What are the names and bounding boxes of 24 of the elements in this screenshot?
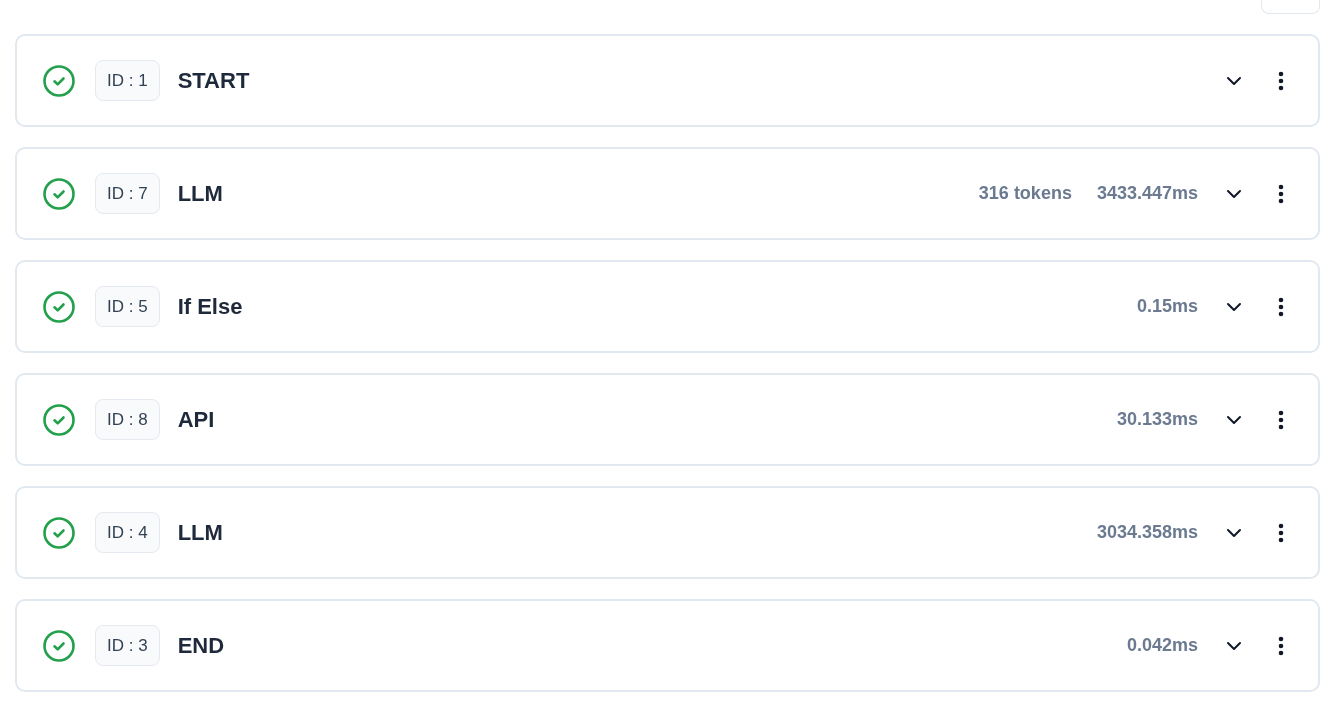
more-vertical-icon xyxy=(1278,70,1284,91)
node-metric: 30.133ms xyxy=(1116,408,1198,431)
node-title: If Else xyxy=(177,293,243,321)
node-title: LLM xyxy=(177,519,223,547)
node-metric: 0.15ms xyxy=(1136,295,1198,318)
node-id-badge: ID : 3 xyxy=(95,625,160,666)
node-title: START xyxy=(177,67,250,95)
node-id-badge: ID : 4 xyxy=(95,512,160,553)
node-metric: 3034.358ms xyxy=(1096,521,1198,544)
more-vertical-icon xyxy=(1278,635,1284,656)
node-id-badge: ID : 8 xyxy=(95,399,160,440)
more-vertical-icon xyxy=(1278,522,1284,543)
node-metric: 3433.447ms xyxy=(1096,182,1198,205)
node-metric: 316 tokens xyxy=(978,182,1072,205)
node-title: API xyxy=(177,406,215,434)
node-id-badge: ID : 1 xyxy=(95,60,160,101)
more-vertical-icon xyxy=(1278,409,1284,430)
node-title: LLM xyxy=(177,180,223,208)
node-id-badge: ID : 7 xyxy=(95,173,160,214)
node-id-badge: ID : 5 xyxy=(95,286,160,327)
node-metric: 0.042ms xyxy=(1126,634,1198,657)
more-vertical-icon xyxy=(1278,183,1284,204)
node-title: END xyxy=(177,632,225,660)
more-vertical-icon xyxy=(1278,296,1284,317)
